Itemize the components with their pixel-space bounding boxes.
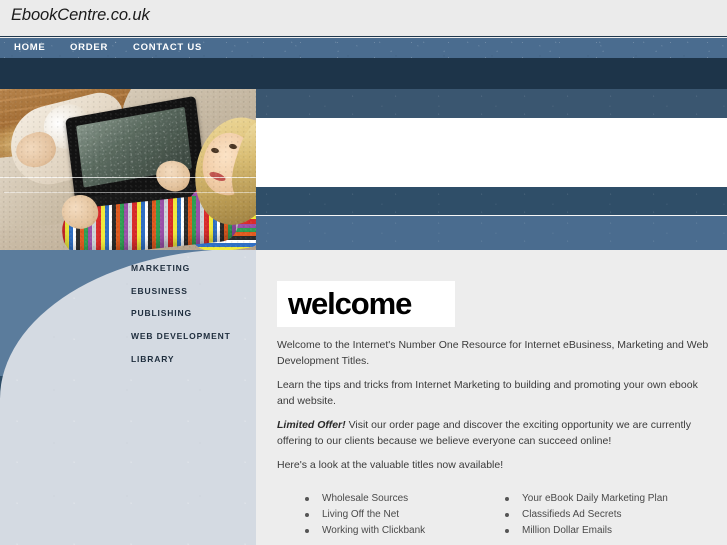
list-item[interactable]: Living Off the Net — [302, 507, 492, 523]
bullet-icon — [305, 513, 309, 517]
page-root: EbookCentre.co.uk HOME ORDER CONTACT US — [0, 0, 727, 545]
nav-item-order[interactable]: ORDER — [70, 38, 108, 58]
list-item[interactable]: Million Dollar Emails — [502, 523, 722, 539]
bullet-icon — [505, 529, 509, 533]
main-navigation: HOME ORDER CONTACT US — [0, 38, 727, 58]
header-accent-strip — [0, 58, 727, 89]
bullet-icon — [305, 497, 309, 501]
titles-lead-in: Here's a look at the valuable titles now… — [277, 459, 504, 471]
intro-paragraph: Welcome to the Internet's Number One Res… — [277, 339, 709, 367]
offer-paragraph: Limited Offer! Visit our order page and … — [277, 418, 712, 449]
bullet-icon — [505, 497, 509, 501]
list-item-label: Your eBook Daily Marketing Plan — [522, 493, 668, 504]
list-item[interactable]: Your eBook Daily Marketing Plan — [502, 491, 722, 507]
list-item[interactable]: Classifieds Ad Secrets — [502, 507, 722, 523]
list-item-label: Living Off the Net — [322, 509, 400, 520]
list-item-label: Working with Clickbank — [322, 525, 426, 536]
sidebar-item-web-development[interactable]: WEB DEVELOPMENT — [131, 331, 231, 341]
main-content: welcome Welcome to the Internet's Number… — [256, 250, 727, 545]
welcome-heading-box: welcome — [277, 281, 455, 327]
hero-section — [0, 89, 727, 250]
nav-item-home[interactable]: HOME — [14, 38, 46, 58]
nav-item-contact-us[interactable]: CONTACT US — [133, 38, 202, 58]
bullet-icon — [305, 529, 309, 533]
list-item-label: Classifieds Ad Secrets — [522, 509, 622, 520]
list-item-label: Wholesale Sources — [322, 493, 409, 504]
sidebar-item-marketing[interactable]: MARKETING — [131, 263, 190, 273]
sidebar-item-publishing[interactable]: PUBLISHING — [131, 308, 192, 318]
hero-photo — [0, 89, 256, 250]
photo-sofa-seam — [4, 192, 256, 193]
lower-section: MARKETING EBUSINESS PUBLISHING WEB DEVEL… — [0, 250, 727, 545]
nav-list: HOME ORDER CONTACT US — [0, 38, 727, 58]
list-item[interactable]: Working with Clickbank — [302, 523, 492, 539]
offer-label: Limited Offer! — [277, 419, 346, 431]
titles-column-left: Wholesale Sources Living Off the Net Wor… — [302, 491, 492, 539]
tips-paragraph: Learn the tips and tricks from Internet … — [277, 379, 698, 407]
sidebar-item-ebusiness[interactable]: EBUSINESS — [131, 286, 188, 296]
list-item-label: Million Dollar Emails — [522, 525, 613, 536]
bullet-icon — [505, 513, 509, 517]
sidebar-item-library[interactable]: LIBRARY — [131, 354, 174, 364]
site-logo[interactable]: EbookCentre.co.uk — [11, 6, 150, 25]
page-title: welcome — [288, 286, 412, 321]
titles-column-right: Your eBook Daily Marketing Plan Classifi… — [502, 491, 722, 539]
list-item[interactable]: Wholesale Sources — [302, 491, 492, 507]
photo-horizon-line — [0, 177, 256, 178]
site-header: EbookCentre.co.uk — [0, 0, 727, 37]
